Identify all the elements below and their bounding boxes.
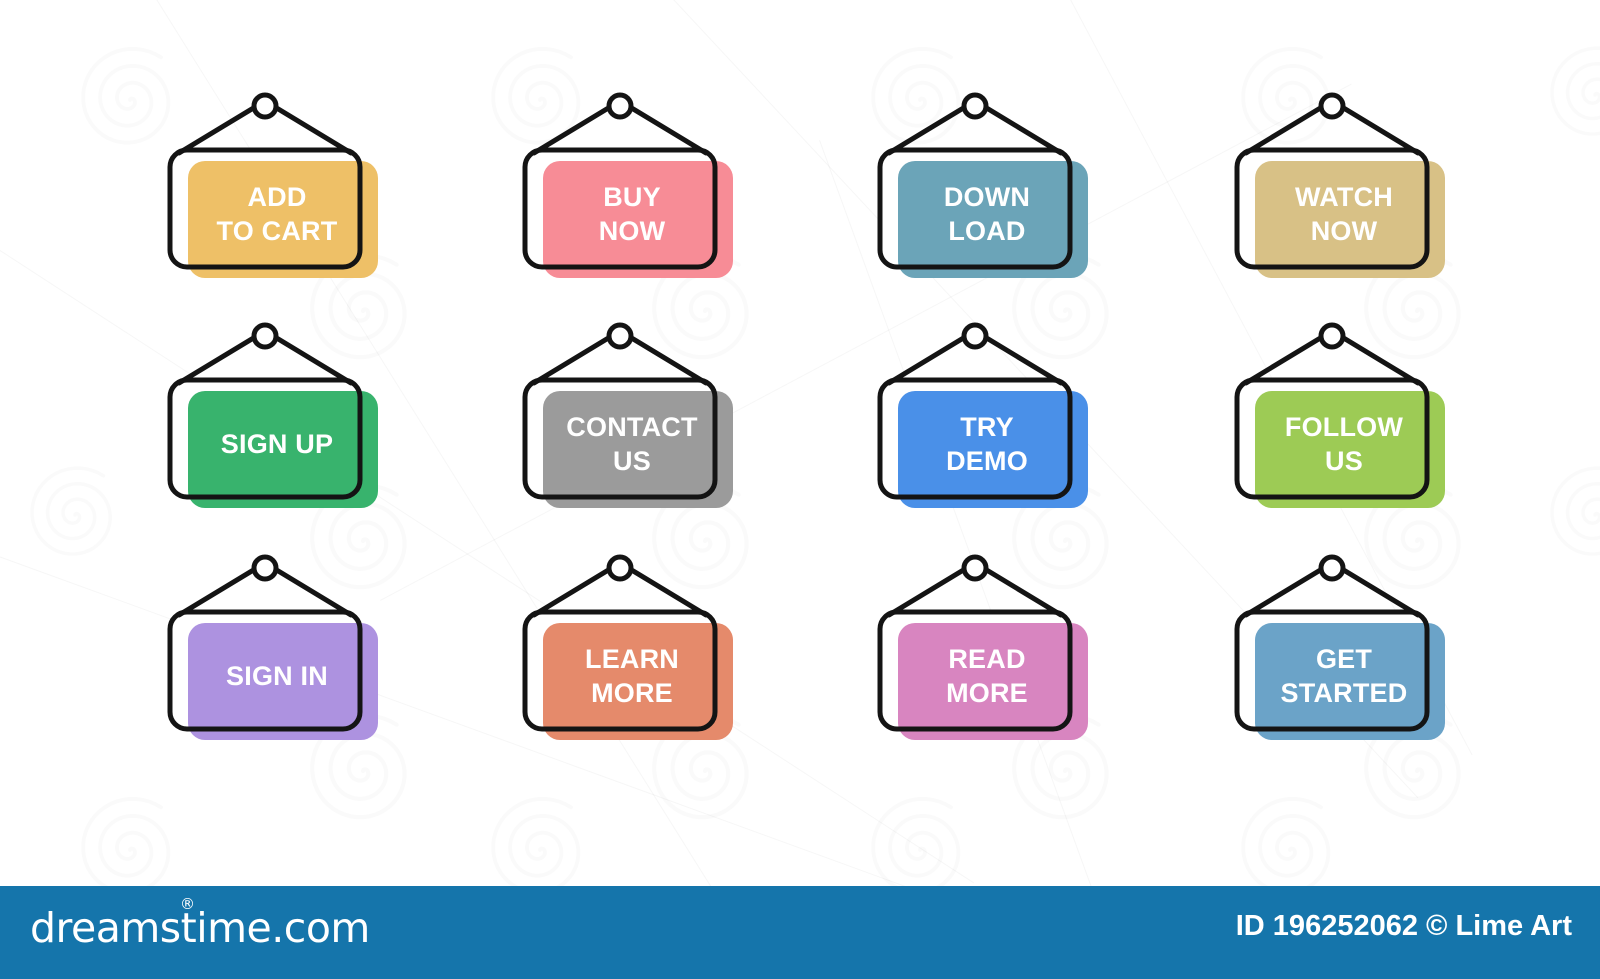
sign-button-try-demo[interactable]: TRY DEMO	[875, 322, 1125, 540]
sign-graphic	[167, 92, 378, 278]
sign-button-grid: ADD TO CART BUY NOW DOWN LOAD WATCH NOW SIGN…	[0, 0, 1600, 886]
hook-ring-icon	[1318, 322, 1346, 350]
sign-color-panel-inset	[898, 623, 1070, 729]
sign-graphic	[167, 554, 378, 740]
sign-color-panel-inset	[1255, 623, 1427, 729]
hook-ring-icon	[606, 554, 634, 582]
sign-color-panel-inset	[188, 623, 360, 729]
sign-color-panel-inset	[543, 391, 715, 497]
hook-ring-icon	[606, 322, 634, 350]
sign-button-download[interactable]: DOWN LOAD	[875, 92, 1125, 310]
hook-ring-icon	[606, 92, 634, 120]
hook-ring-icon	[251, 322, 279, 350]
sign-color-panel-inset	[1255, 391, 1427, 497]
sign-button-sign-up[interactable]: SIGN UP	[165, 322, 415, 540]
sign-graphic	[877, 92, 1088, 278]
sign-button-watch-now[interactable]: WATCH NOW	[1232, 92, 1482, 310]
sign-graphic	[1234, 92, 1445, 278]
sign-button-add-to-cart[interactable]: ADD TO CART	[165, 92, 415, 310]
sign-graphic	[167, 322, 378, 508]
sign-graphic	[522, 322, 733, 508]
registered-trademark-icon: ®	[180, 895, 195, 913]
footer-bar: dreamstime.com ® ID 196252062 © Lime Art	[0, 886, 1600, 979]
sign-graphic	[522, 554, 733, 740]
sign-graphic	[522, 92, 733, 278]
sign-button-read-more[interactable]: READ MORE	[875, 554, 1125, 772]
sign-button-get-started[interactable]: GET STARTED	[1232, 554, 1482, 772]
sign-color-panel-inset	[898, 391, 1070, 497]
sign-graphic	[877, 322, 1088, 508]
sign-button-sign-in[interactable]: SIGN IN	[165, 554, 415, 772]
hook-ring-icon	[961, 92, 989, 120]
hook-ring-icon	[961, 554, 989, 582]
stock-illustration-canvas: ADD TO CART BUY NOW DOWN LOAD WATCH NOW SIGN…	[0, 0, 1600, 979]
sign-graphic	[1234, 322, 1445, 508]
sign-color-panel-inset	[898, 161, 1070, 267]
brand-text: dreamstime.com	[30, 904, 370, 952]
hook-ring-icon	[1318, 554, 1346, 582]
sign-button-follow-us[interactable]: FOLLOW US	[1232, 322, 1482, 540]
hook-ring-icon	[251, 92, 279, 120]
sign-graphic	[1234, 554, 1445, 740]
sign-color-panel-inset	[1255, 161, 1427, 267]
hook-ring-icon	[1318, 92, 1346, 120]
sign-color-panel-inset	[543, 161, 715, 267]
sign-button-contact-us[interactable]: CONTACT US	[520, 322, 770, 540]
hook-ring-icon	[961, 322, 989, 350]
sign-color-panel-inset	[543, 623, 715, 729]
image-credit-line: ID 196252062 © Lime Art	[1235, 910, 1572, 942]
sign-color-panel-inset	[188, 161, 360, 267]
dreamstime-logo: dreamstime.com ®	[30, 895, 370, 952]
sign-button-buy-now[interactable]: BUY NOW	[520, 92, 770, 310]
sign-color-panel-inset	[188, 391, 360, 497]
hook-ring-icon	[251, 554, 279, 582]
sign-button-learn-more[interactable]: LEARN MORE	[520, 554, 770, 772]
sign-graphic	[877, 554, 1088, 740]
